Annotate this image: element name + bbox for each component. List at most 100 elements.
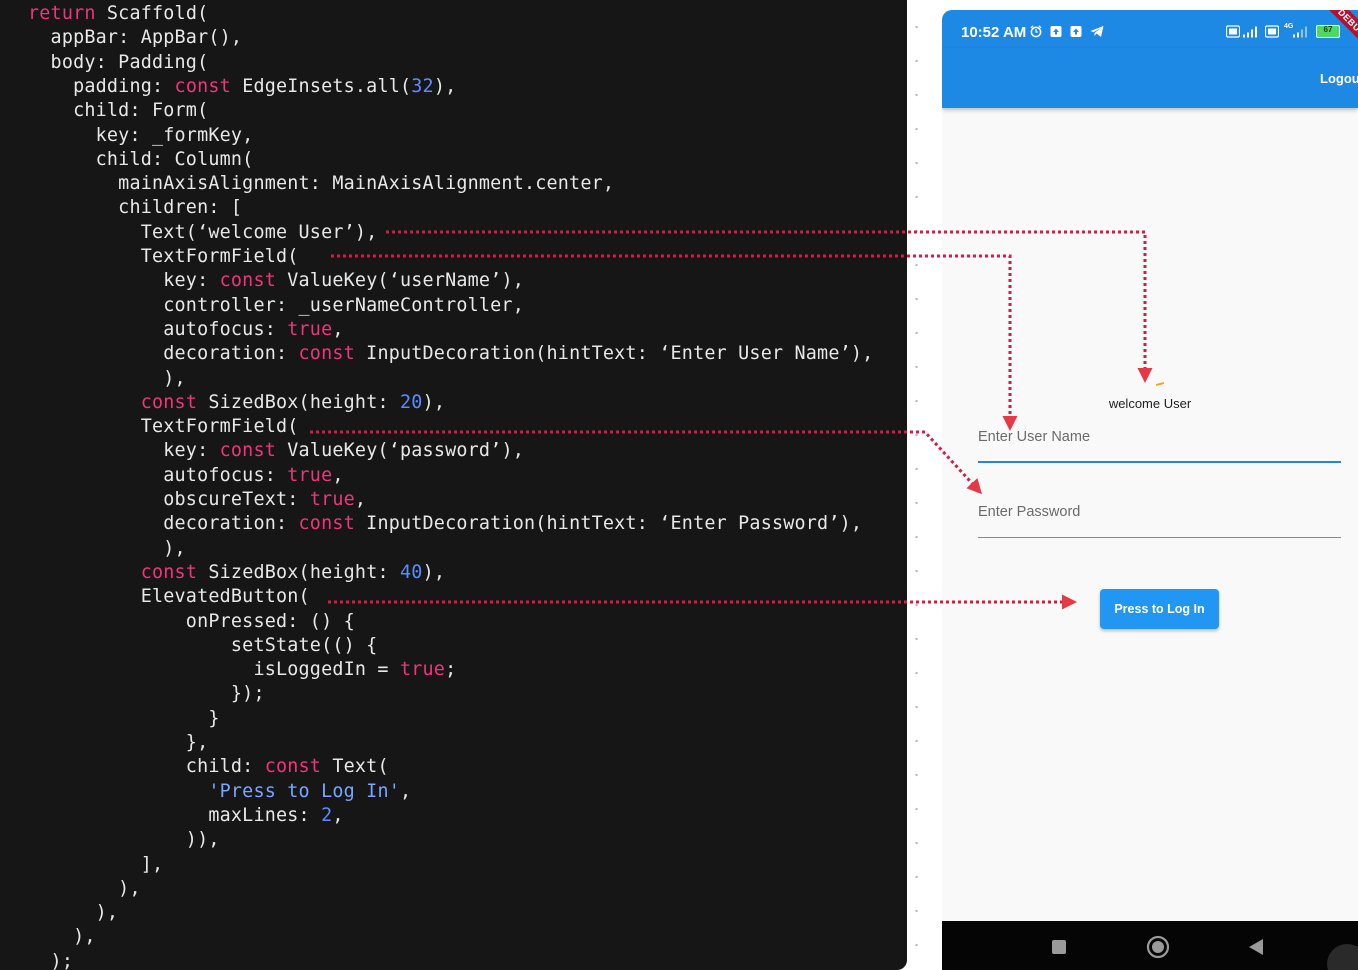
- code-line: const SizedBox(height: 20),: [28, 391, 445, 415]
- code-line: });: [28, 682, 265, 706]
- code-line: ),: [28, 901, 118, 925]
- status-time: 10:52 AM: [961, 24, 1027, 41]
- code-token: child:: [28, 756, 265, 778]
- username-underline: [978, 461, 1341, 463]
- code-line: padding: const EdgeInsets.all(32),: [28, 75, 456, 99]
- code-token: 2: [321, 804, 333, 826]
- code-token: ),: [28, 367, 186, 389]
- username-input[interactable]: [978, 422, 1341, 452]
- code-token: )),: [28, 829, 220, 851]
- circle-nav-icon[interactable]: [1146, 935, 1170, 959]
- code-token: autofocus:: [28, 464, 288, 486]
- code-token: Text(‘welcome User’),: [28, 221, 378, 243]
- code-line: 'Press to Log In',: [28, 780, 411, 804]
- code-token: children: [: [28, 197, 243, 219]
- code-token: ),: [28, 902, 119, 924]
- code-line: ),: [28, 925, 96, 949]
- code-token: true: [309, 489, 355, 510]
- code-token: true: [399, 659, 446, 681]
- signal-icon: [1243, 26, 1257, 38]
- code-token: return: [28, 3, 96, 24]
- code-token: ),: [433, 75, 457, 97]
- code-line: decoration: const InputDecoration(hintTe…: [28, 512, 862, 536]
- code-line: )),: [28, 828, 220, 852]
- code-token: key:: [28, 270, 220, 292]
- code-token: }: [28, 707, 220, 729]
- code-token: ValueKey(‘password’),: [276, 440, 525, 462]
- code-token: autofocus:: [28, 318, 288, 340]
- phone-screen: 10:52 AM 4G 67 DEBUG Logou welcome User …: [942, 10, 1358, 970]
- code-line: appBar: AppBar(),: [28, 26, 242, 50]
- code-token: ],: [28, 853, 164, 875]
- code-line: isLoggedIn = true;: [28, 658, 456, 682]
- code-token: 32: [411, 75, 434, 97]
- code-token: ),: [28, 926, 96, 948]
- code-line: setState(() {: [28, 634, 377, 658]
- code-token: });: [28, 683, 265, 705]
- upload-icon: [1070, 26, 1082, 37]
- code-line: ),: [28, 537, 186, 561]
- code-token: 20: [400, 391, 423, 413]
- code-line: return Scaffold(: [28, 2, 208, 26]
- code-token: true: [287, 318, 333, 340]
- code-token: ,: [354, 489, 367, 510]
- code-token: controller: _userNameController,: [28, 294, 524, 316]
- code-token: ),: [28, 877, 141, 899]
- code-line: key: const ValueKey(‘userName’),: [28, 269, 524, 293]
- alarm-icon: [1030, 25, 1042, 38]
- floating-bubble[interactable]: [1327, 944, 1358, 970]
- code-line: autofocus: true,: [28, 318, 344, 342]
- code-token: InputDecoration(hintText: ‘Enter Passwor…: [354, 513, 863, 535]
- code-token: const: [174, 75, 231, 97]
- code-token: ),: [422, 561, 446, 583]
- code-line: body: Padding(: [28, 51, 209, 75]
- code-token: SizedBox(height:: [197, 561, 401, 583]
- username-field[interactable]: [978, 422, 1341, 463]
- app-bar: Logout: [942, 48, 1358, 108]
- password-input[interactable]: [978, 497, 1341, 527]
- code-token: ;: [445, 659, 457, 681]
- login-button[interactable]: Press to Log In: [1100, 589, 1219, 629]
- code-line: obscureText: true,: [28, 488, 366, 512]
- code-token: ,: [400, 780, 412, 802]
- code-line: }: [28, 707, 220, 731]
- code-line: const SizedBox(height: 40),: [28, 561, 445, 585]
- password-field[interactable]: [978, 497, 1341, 538]
- welcome-text: welcome User: [1108, 396, 1192, 411]
- navigation-bar: [942, 921, 1358, 970]
- square-nav-icon[interactable]: [1051, 939, 1067, 955]
- code-token: const: [219, 440, 277, 462]
- code-token: child: Column(: [28, 148, 254, 170]
- code-token: decoration:: [28, 513, 299, 535]
- code-token: const: [140, 561, 198, 583]
- code-token: ),: [28, 537, 186, 559]
- dotted-divider: [915, 10, 918, 960]
- code-token: ,: [332, 318, 344, 340]
- code-token: EdgeInsets.all(: [230, 75, 412, 97]
- code-line: maxLines: 2,: [28, 804, 344, 828]
- volte-icon: [1265, 25, 1279, 38]
- code-token: 'Press to Log In': [208, 780, 400, 802]
- code-line: ),: [28, 367, 186, 391]
- code-token: key:: [28, 440, 220, 462]
- code-token: ),: [422, 391, 446, 413]
- logout-button[interactable]: Logout: [1320, 71, 1358, 86]
- back-nav-icon[interactable]: [1248, 938, 1264, 956]
- code-line: },: [28, 731, 208, 755]
- code-token: Text(: [321, 756, 389, 778]
- code-token: ,: [332, 464, 344, 486]
- status-bar: 10:52 AM 4G 67 DEBUG: [942, 10, 1358, 57]
- code-line: onPressed: () {: [28, 610, 355, 634]
- code-line: key: _formKey,: [28, 124, 254, 148]
- code-line: child: const Text(: [28, 755, 389, 779]
- volte-icon: [1226, 25, 1240, 38]
- battery-icon: 67: [1316, 25, 1340, 38]
- code-line: child: Column(: [28, 148, 254, 172]
- code-token: const: [298, 343, 355, 365]
- code-line: ],: [28, 853, 163, 877]
- code-token: ElevatedButton(: [28, 586, 310, 608]
- code-token: isLoggedIn =: [28, 659, 400, 681]
